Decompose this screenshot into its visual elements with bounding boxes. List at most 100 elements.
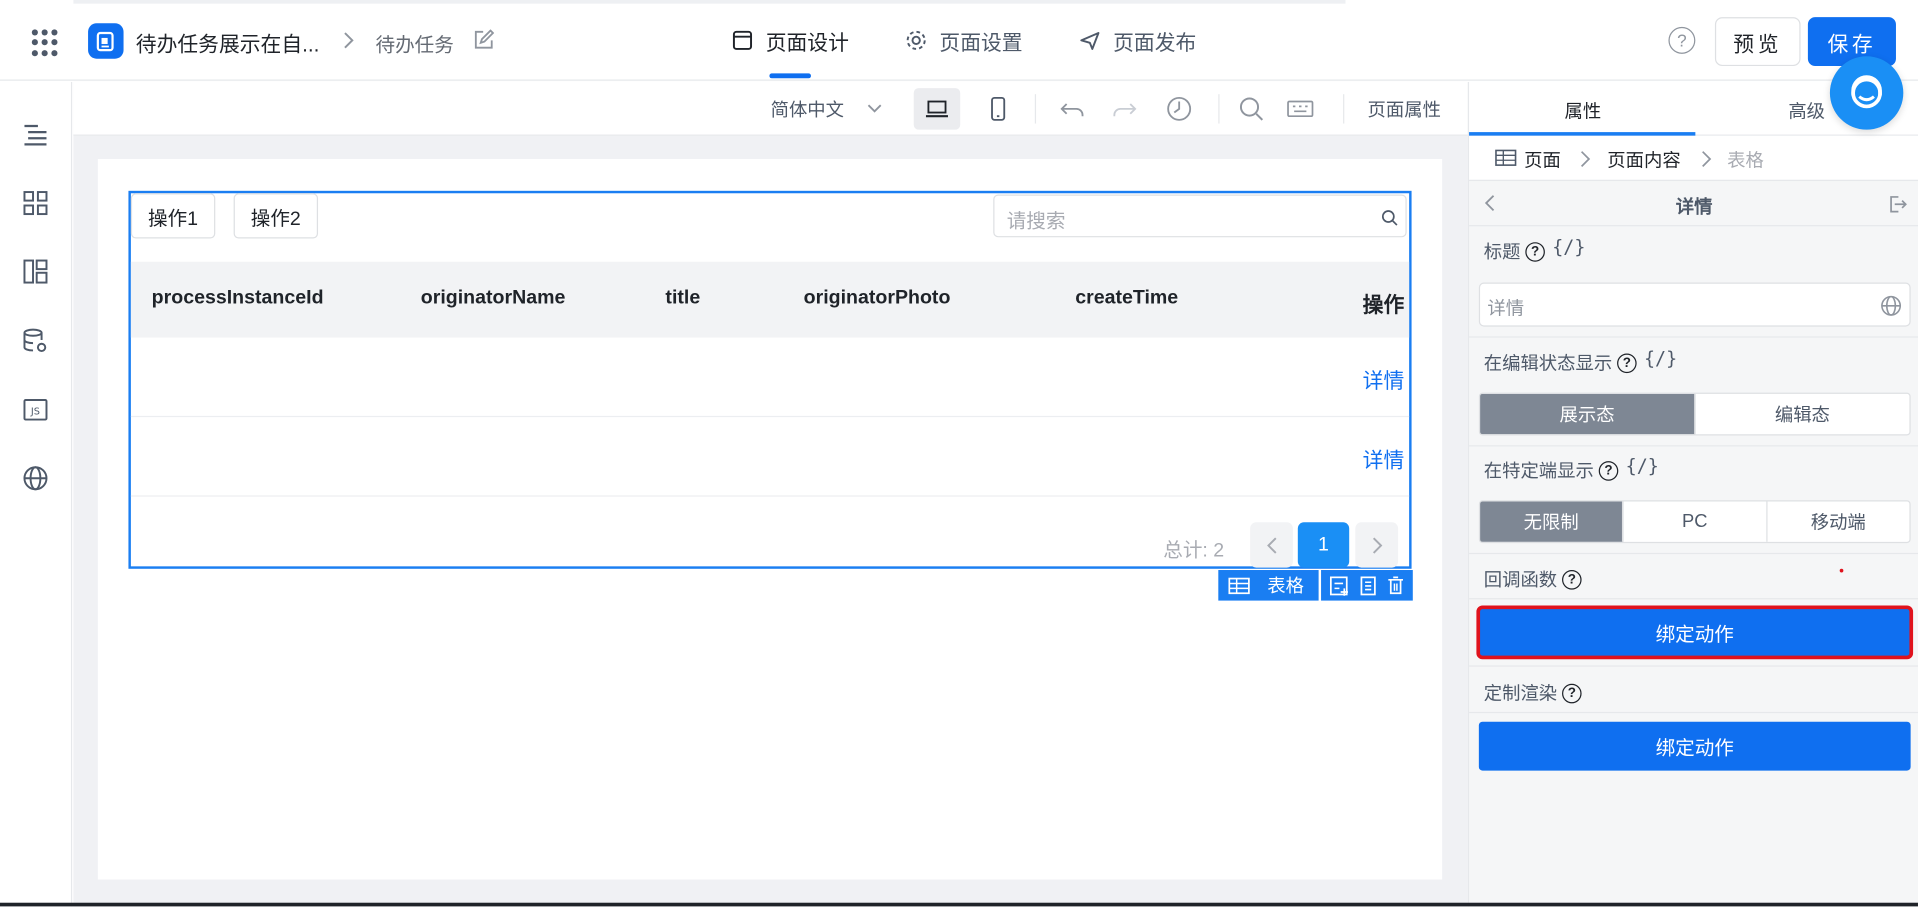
tab-page-publish[interactable]: 页面发布 — [1079, 0, 1196, 81]
tab-page-design[interactable]: 页面设计 — [731, 0, 849, 81]
component-type-tag[interactable]: 表格 — [1218, 570, 1319, 601]
undo-button[interactable] — [1050, 88, 1096, 130]
left-sidebar: JS — [0, 81, 73, 907]
data-source-icon[interactable] — [21, 327, 50, 356]
table-icon — [1495, 149, 1517, 166]
label-text: 定制渲染 — [1483, 683, 1558, 705]
design-canvas: 操作1 操作2 请搜索 processInstanceId originator… — [97, 159, 1443, 880]
segment-edit-state[interactable]: 编辑态 — [1695, 394, 1909, 434]
apps-grid-icon[interactable] — [31, 29, 59, 56]
detail-link[interactable]: 详情 — [1363, 443, 1405, 474]
action-1-button[interactable]: 操作1 — [130, 193, 216, 239]
expression-icon[interactable]: {/} — [1644, 347, 1677, 369]
edit-icon[interactable] — [472, 29, 495, 51]
language-select[interactable]: 简体中文 — [771, 97, 844, 123]
history-button[interactable] — [1156, 88, 1202, 130]
search-button[interactable] — [1228, 88, 1274, 130]
js-code-icon[interactable]: JS — [21, 395, 50, 424]
add-component-icon[interactable] — [1328, 574, 1350, 596]
table-search-input[interactable]: 请搜索 — [993, 194, 1407, 238]
laptop-icon — [925, 100, 948, 118]
callback-label: 回调函数 ? — [1484, 566, 1582, 592]
clock-icon — [1167, 96, 1192, 121]
tab-label: 页面发布 — [1113, 31, 1197, 55]
gear-icon — [906, 30, 926, 50]
column-header: originatorName — [420, 287, 566, 309]
table-row: 详情 — [130, 338, 1410, 418]
globe-icon[interactable] — [21, 464, 50, 493]
segment-unlimited[interactable]: 无限制 — [1480, 501, 1624, 542]
top-nav: 页面设计 页面设置 页面发布 — [731, 0, 1252, 81]
layout-template-icon[interactable] — [21, 257, 50, 286]
chevron-right-icon — [1702, 151, 1712, 167]
table-header: processInstanceId originatorName title o… — [130, 261, 1410, 338]
question-icon[interactable]: ? — [1617, 352, 1637, 373]
question-icon[interactable]: ? — [1562, 683, 1582, 703]
exit-icon[interactable] — [1887, 194, 1907, 214]
keyboard-icon — [1287, 100, 1314, 118]
search-placeholder: 请搜索 — [1006, 211, 1066, 233]
undo-icon — [1060, 103, 1084, 117]
question-icon[interactable]: ? — [1525, 241, 1545, 262]
question-icon[interactable]: ? — [1562, 569, 1582, 589]
page-number-button[interactable]: 1 — [1297, 522, 1350, 568]
label-text: 在特定端显示 — [1483, 461, 1594, 482]
app-logo-icon — [88, 23, 124, 59]
tab-page-settings[interactable]: 页面设置 — [905, 0, 1023, 81]
desktop-view-button[interactable] — [913, 88, 961, 130]
design-workarea: 简体中文 页面属性 操作1 操作2 请搜索 processInstanceId … — [73, 81, 1468, 907]
panel-subheader: 详情 — [1469, 179, 1918, 227]
breadcrumb-page[interactable]: 页面 — [1524, 147, 1561, 173]
chevron-right-icon — [1372, 536, 1382, 553]
properties-panel: 属性 高级 页面 页面内容 表格 详情 标题 ? {/} 详情 在编辑状态显示 … — [1467, 56, 1918, 907]
action-2-button[interactable]: 操作2 — [233, 193, 318, 239]
segment-pc[interactable]: PC — [1624, 501, 1768, 542]
terminal-display-label: 在特定端显示 ? {/} — [1483, 454, 1659, 483]
expression-icon[interactable]: {/} — [1626, 454, 1659, 476]
panel-subtitle: 详情 — [1675, 196, 1713, 218]
tab-label: 页面设计 — [765, 31, 849, 55]
callback-bind-action-button[interactable]: 绑定动作 — [1476, 605, 1914, 660]
title-input-value: 详情 — [1487, 298, 1525, 320]
question-icon[interactable]: ? — [1598, 460, 1619, 481]
total-count: 总计: 2 — [1163, 540, 1225, 562]
assistant-icon[interactable] — [1829, 56, 1904, 130]
tab-advanced[interactable]: 高级 — [1788, 98, 1825, 124]
components-grid-icon[interactable] — [21, 188, 50, 217]
prev-page-button[interactable] — [1250, 522, 1293, 568]
label-text: 标题 — [1483, 242, 1521, 263]
segment-mobile[interactable]: 移动端 — [1767, 502, 1909, 542]
help-icon[interactable]: ? — [1668, 26, 1696, 54]
detail-link[interactable]: 详情 — [1363, 363, 1405, 394]
next-page-button[interactable] — [1355, 522, 1399, 568]
app-title[interactable]: 待办任务展示在自... — [136, 27, 320, 58]
tab-properties[interactable]: 属性 — [1564, 98, 1601, 124]
expression-icon[interactable]: {/} — [1552, 235, 1585, 257]
globe-icon[interactable] — [1880, 295, 1902, 317]
breadcrumb-table: 表格 — [1727, 150, 1764, 172]
title-field-label: 标题 ? {/} — [1483, 235, 1586, 265]
segment-display-state[interactable]: 展示态 — [1480, 393, 1696, 435]
keyboard-shortcuts-button[interactable] — [1277, 88, 1323, 130]
title-input[interactable]: 详情 — [1478, 282, 1911, 327]
copy-icon[interactable] — [1356, 574, 1378, 596]
breadcrumb-page-content[interactable]: 页面内容 — [1607, 147, 1680, 173]
svg-text:JS: JS — [30, 407, 40, 418]
canvas-toolbar: 简体中文 页面属性 — [73, 81, 1468, 136]
edit-state-segmented: 展示态 编辑态 — [1478, 392, 1911, 436]
chevron-right-icon — [344, 32, 354, 49]
redo-button[interactable] — [1101, 88, 1147, 130]
outline-tree-icon[interactable] — [21, 120, 50, 149]
trash-icon[interactable] — [1384, 574, 1406, 596]
chevron-right-icon — [1580, 151, 1591, 167]
column-header: processInstanceId — [151, 287, 324, 309]
page-attributes-button[interactable]: 页面属性 — [1368, 97, 1441, 123]
mobile-view-button[interactable] — [975, 88, 1021, 130]
preview-button[interactable]: 预览 — [1714, 17, 1801, 67]
table-component[interactable]: 操作1 操作2 请搜索 processInstanceId originator… — [128, 190, 1412, 569]
custom-render-bind-action-button[interactable]: 绑定动作 — [1478, 721, 1911, 771]
component-tag-label: 表格 — [1267, 576, 1304, 597]
chevron-left-icon — [1266, 536, 1276, 553]
chevron-down-icon[interactable] — [866, 100, 883, 117]
redo-icon — [1113, 103, 1137, 117]
